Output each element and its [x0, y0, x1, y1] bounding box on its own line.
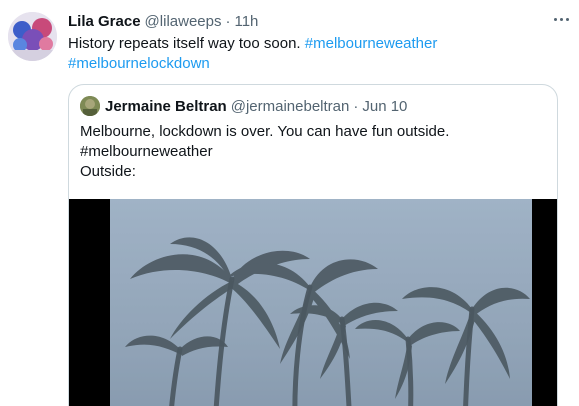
quoted-tweet-card[interactable]: Jermaine Beltran @jermainebeltran · Jun …: [68, 84, 558, 406]
tweet-header: Lila Grace @lilaweeps · 11h: [68, 11, 571, 31]
quoted-date: Jun 10: [362, 97, 408, 115]
avatar[interactable]: [8, 12, 57, 61]
display-name[interactable]: Lila Grace: [68, 13, 141, 30]
user-handle[interactable]: @lilaweeps: [145, 13, 222, 30]
separator-dot: ·: [225, 12, 231, 30]
tweet-body: History repeats itself way too soon.: [68, 35, 301, 52]
quoted-media[interactable]: [69, 199, 557, 406]
quoted-text-line: Outside:: [80, 163, 136, 180]
hashtag-link[interactable]: #melbournelockdown: [68, 55, 210, 72]
quoted-user-handle: @jermainebeltran: [230, 97, 350, 115]
storm-palm-trees-image: [110, 199, 532, 406]
more-options-icon[interactable]: [549, 7, 573, 31]
tweet-text: History repeats itself way too soon. #me…: [68, 34, 538, 74]
quoted-text-line: Melbourne, lockdown is over. You can hav…: [80, 123, 450, 140]
quoted-tweet-header: Jermaine Beltran @jermainebeltran · Jun …: [80, 96, 407, 116]
quoted-display-name: Jermaine Beltran: [105, 97, 227, 115]
separator-dot: ·: [353, 97, 359, 115]
quoted-avatar: [80, 96, 100, 116]
hashtag-link[interactable]: #melbourneweather: [305, 35, 438, 52]
quoted-text-line: #melbourneweather: [80, 143, 213, 160]
timestamp[interactable]: 11h: [234, 13, 258, 30]
quoted-tweet-text: Melbourne, lockdown is over. You can hav…: [80, 122, 550, 182]
